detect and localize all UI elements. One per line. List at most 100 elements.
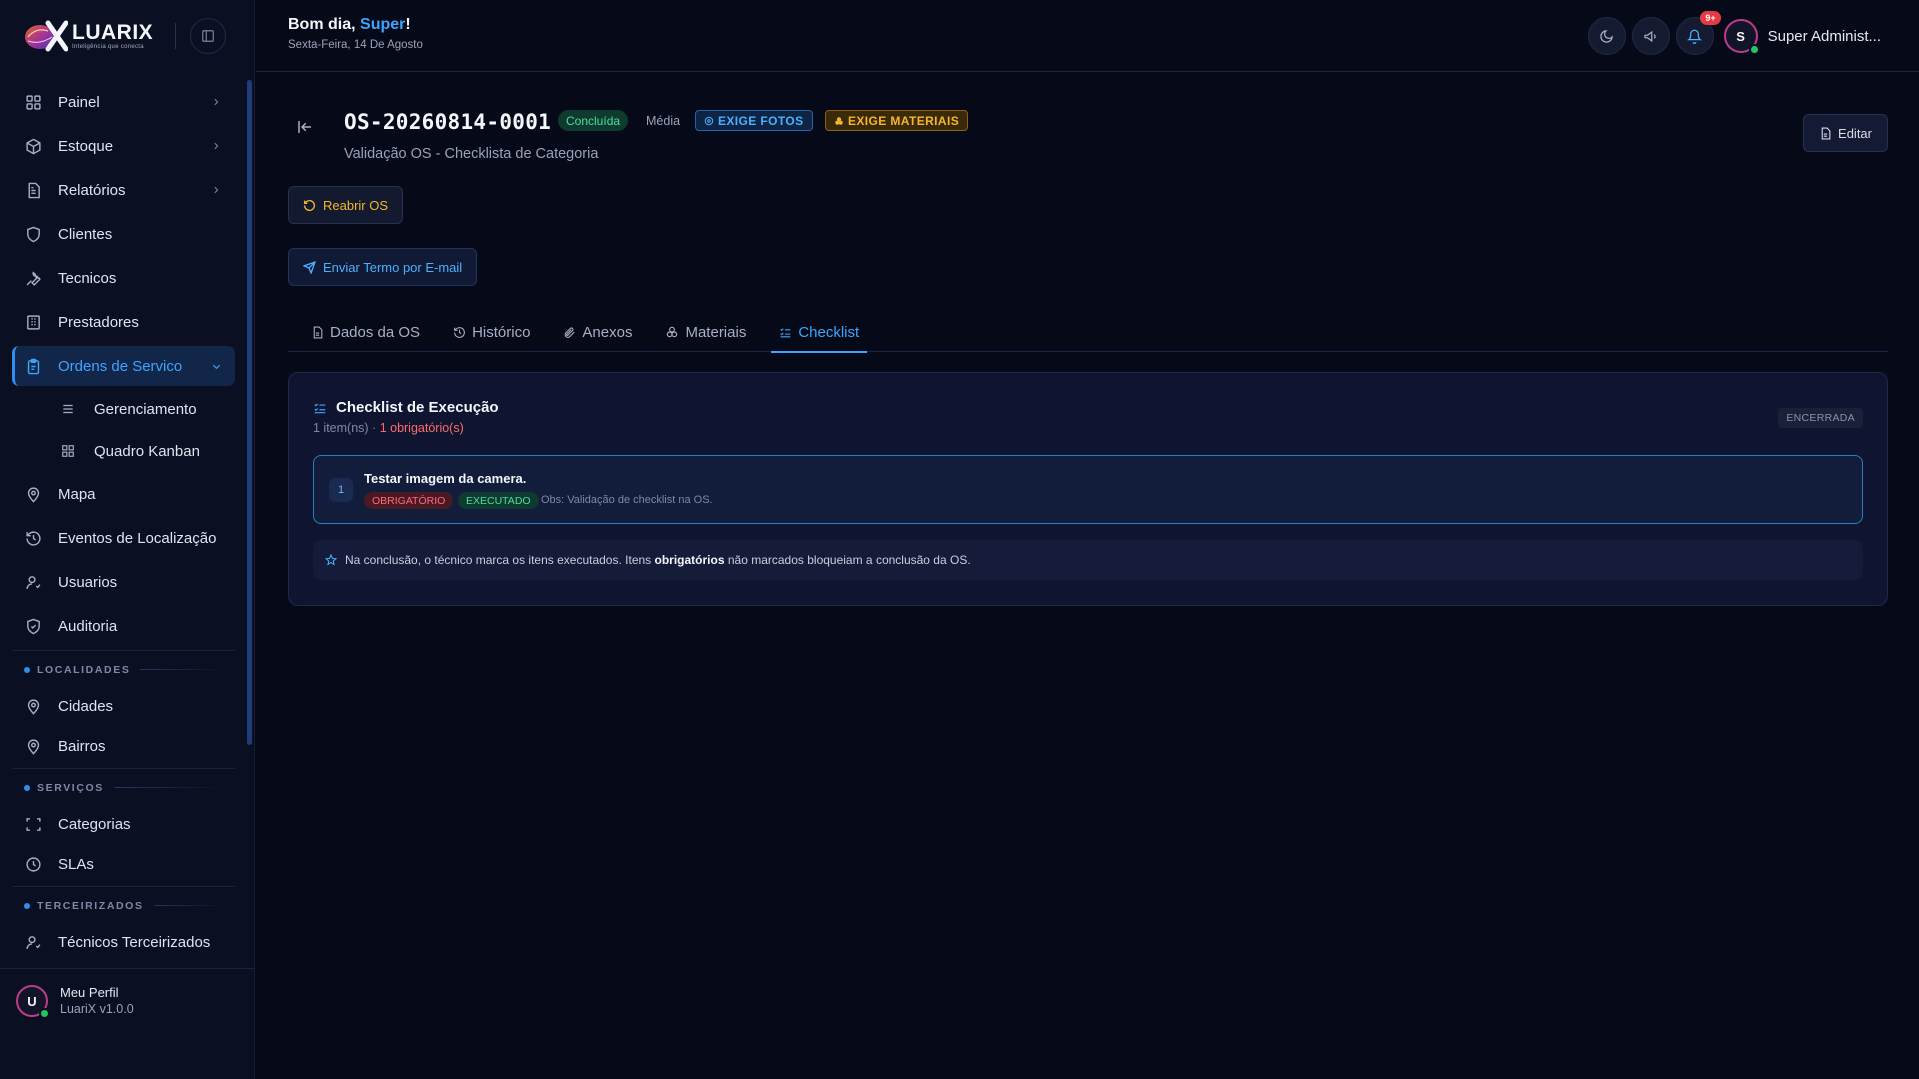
- checklist-item[interactable]: 1 Testar imagem da camera. OBRIGATÓRIO E…: [313, 455, 1863, 524]
- checklist-status-badge: ENCERRADA: [1778, 408, 1863, 428]
- edit-button[interactable]: Editar: [1803, 114, 1888, 152]
- sidebar-item-label: Tecnicos: [58, 269, 117, 287]
- reopen-os-label: Reabrir OS: [323, 197, 389, 213]
- tab-label: Checklist: [798, 323, 860, 341]
- sidebar-subitem-quadro-kanban[interactable]: Quadro Kanban: [12, 432, 235, 470]
- sidebar-item-label: Cidades: [58, 697, 114, 715]
- tab-materiais[interactable]: Materiais: [657, 312, 754, 352]
- rotate-ccw-icon: [303, 199, 316, 211]
- greeting-prefix: Bom dia,: [288, 16, 361, 33]
- sidebar-item-relatorios[interactable]: Relatórios: [12, 170, 235, 210]
- megaphone-icon: [1644, 30, 1656, 42]
- priority-label: Média: [646, 113, 681, 128]
- note-suffix: não marcados bloqueiam a conclusão da OS…: [724, 553, 971, 567]
- tab-checklist[interactable]: Checklist: [771, 312, 868, 353]
- sidebar-item-label: Relatórios: [58, 181, 126, 199]
- sidebar-item-tecnicos-terceirizados[interactable]: Técnicos Terceirizados: [12, 924, 235, 960]
- boxes-icon: [667, 326, 678, 338]
- tab-label: Dados da OS: [330, 323, 421, 341]
- sidebar-item-painel[interactable]: Painel: [12, 82, 235, 122]
- moon-icon: [1600, 29, 1614, 43]
- app-logo[interactable]: LUARIX Inteligência que conecta: [22, 19, 153, 53]
- sidebar-collapse-button[interactable]: [190, 18, 227, 54]
- sidebar-item-label: SLAs: [58, 855, 94, 873]
- sidebar-item-cidades[interactable]: Cidades: [12, 688, 235, 724]
- reopen-os-button[interactable]: Reabrir OS: [288, 186, 404, 224]
- user-menu-name[interactable]: Super Administ...: [1768, 28, 1881, 45]
- tab-historico[interactable]: Histórico: [445, 312, 538, 352]
- sidebar-subitem-label: Quadro Kanban: [94, 442, 200, 460]
- header-divider: [175, 23, 177, 49]
- section-title: LOCALIDADES: [37, 663, 131, 676]
- page-title: OS-20260814-0001: [344, 110, 552, 134]
- sidebar-section-localidades: LOCALIDADES: [12, 650, 235, 688]
- sidebar-item-label: Técnicos Terceirizados: [58, 933, 211, 951]
- profile-name: Meu Perfil: [60, 985, 119, 1000]
- chevron-down-icon: [211, 361, 223, 372]
- sidebar-item-label: Estoque: [58, 137, 114, 155]
- map-pin-icon: [24, 485, 42, 503]
- sidebar-item-slas[interactable]: SLAs: [12, 846, 235, 882]
- os-subtitle: Validação OS - Checklista de Categoria: [344, 146, 599, 162]
- sidebar-subitem-label: Gerenciamento: [94, 400, 197, 418]
- notifications-button[interactable]: 9+: [1675, 11, 1721, 55]
- section-title: TERCEIRIZADOS: [37, 899, 144, 912]
- announcements-button[interactable]: [1631, 17, 1670, 55]
- sidebar-item-label: Usuarios: [58, 573, 118, 591]
- avatar: U: [16, 985, 50, 1019]
- sidebar-scrollbar[interactable]: [247, 80, 252, 745]
- chevron-right-icon: [211, 141, 223, 151]
- checklist-info-note: Na conclusão, o técnico marca os itens e…: [313, 540, 1863, 580]
- current-date: Sexta-Feira, 14 De Agosto: [288, 39, 423, 51]
- top-header: Bom dia, Super! Sexta-Feira, 14 De Agost…: [256, 0, 1919, 72]
- file-edit-icon: [1821, 127, 1831, 139]
- panel-left-icon: [202, 30, 215, 42]
- sidebar-item-categorias[interactable]: Categorias: [12, 806, 235, 842]
- sidebar-item-tecnicos[interactable]: Tecnicos: [12, 258, 235, 298]
- send-email-button[interactable]: Enviar Termo por E-mail: [288, 248, 478, 286]
- checklist-summary: 1 item(ns) · 1 obrigatório(s): [313, 421, 464, 435]
- tab-dados-da-os[interactable]: Dados da OS: [303, 312, 428, 352]
- sidebar-item-mapa[interactable]: Mapa: [12, 474, 235, 514]
- requires-photos-label: EXIGE FOTOS: [718, 113, 804, 128]
- edit-button-label: Editar: [1838, 125, 1872, 141]
- grid-icon: [60, 443, 76, 459]
- requires-materials-badge: EXIGE MATERIAIS: [825, 110, 969, 131]
- sidebar-item-prestadores[interactable]: Prestadores: [12, 302, 235, 342]
- sidebar-item-estoque[interactable]: Estoque: [12, 126, 235, 166]
- file-text-icon: [24, 181, 42, 199]
- list-icon: [60, 401, 76, 417]
- sidebar-item-label: Categorias: [58, 815, 131, 833]
- chevron-right-icon: [211, 185, 223, 195]
- sidebar-item-bairros[interactable]: Bairros: [12, 728, 235, 764]
- sidebar-item-ordens-de-servico[interactable]: Ordens de Servico: [12, 346, 235, 386]
- user-avatar[interactable]: S: [1723, 19, 1760, 55]
- online-status-dot: [39, 1008, 50, 1019]
- sidebar-item-auditoria[interactable]: Auditoria: [12, 606, 235, 646]
- sidebar-item-usuarios[interactable]: Usuarios: [12, 562, 235, 602]
- clock-icon: [24, 855, 42, 873]
- notifications-count-badge: 9+: [1700, 11, 1721, 25]
- sidebar-section-terceirizados: TERCEIRIZADOS: [12, 886, 235, 924]
- paperclip-icon: [565, 326, 576, 338]
- checklist-count: 1 item(ns) ·: [313, 421, 380, 435]
- tab-anexos[interactable]: Anexos: [555, 312, 640, 352]
- section-dot: [24, 784, 30, 791]
- sidebar-item-label: Prestadores: [58, 313, 139, 331]
- sidebar-item-clientes[interactable]: Clientes: [12, 214, 235, 254]
- theme-toggle-button[interactable]: [1587, 17, 1626, 55]
- requires-materials-label: EXIGE MATERIAIS: [848, 113, 960, 128]
- sidebar-profile[interactable]: U Meu Perfil LuariX v1.0.0: [0, 968, 255, 1079]
- sidebar-subitem-gerenciamento[interactable]: Gerenciamento: [12, 390, 235, 428]
- tab-label: Histórico: [472, 323, 531, 341]
- section-line: [140, 669, 225, 670]
- shield-icon: [24, 225, 42, 243]
- sidebar-item-eventos-localizacao[interactable]: Eventos de Localização: [12, 518, 235, 558]
- section-dot: [24, 666, 30, 673]
- executed-badge: EXECUTADO: [458, 492, 539, 509]
- back-button[interactable]: [296, 118, 314, 136]
- shield-check-icon: [24, 617, 42, 635]
- star-icon: [325, 554, 337, 566]
- sidebar-section-servicos: SERVIÇOS: [12, 768, 235, 806]
- wrench-icon: [24, 269, 42, 287]
